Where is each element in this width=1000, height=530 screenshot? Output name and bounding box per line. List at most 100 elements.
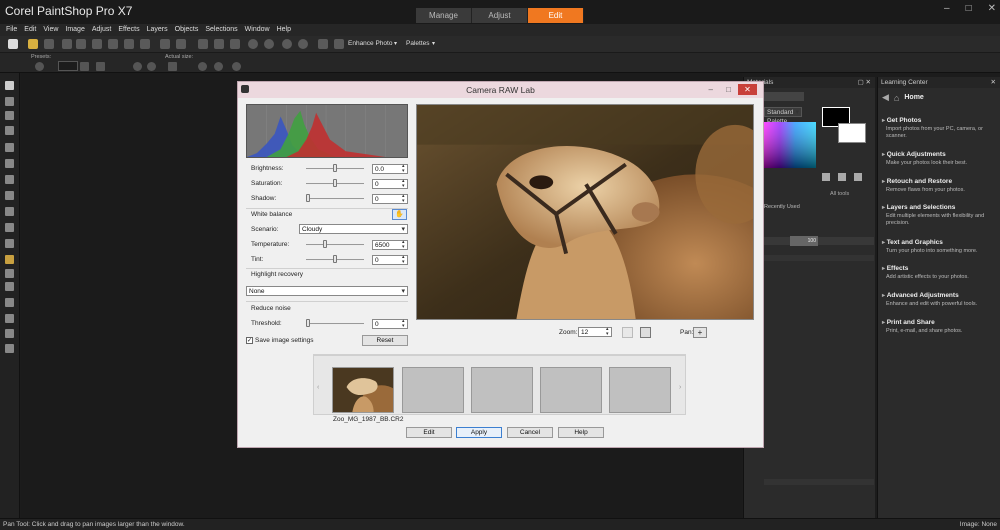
text-tool-icon[interactable]: [5, 282, 14, 291]
menu-layers[interactable]: Layers: [147, 24, 168, 36]
zoom-actual-icon[interactable]: [640, 327, 651, 338]
maximize-icon[interactable]: □: [726, 84, 731, 95]
menu-selections[interactable]: Selections: [205, 24, 237, 36]
paint-brush-icon[interactable]: [5, 239, 14, 248]
lc-section-effects[interactable]: Effects Add artistic effects to your pho…: [882, 265, 998, 281]
chevron-down-icon[interactable]: ▾: [432, 40, 435, 47]
undo-icon[interactable]: [76, 39, 86, 49]
shadow-thumb[interactable]: [306, 194, 310, 202]
cut-icon[interactable]: [108, 39, 118, 49]
shadow-slider[interactable]: [306, 198, 364, 200]
brightness-field[interactable]: 0.0: [372, 164, 408, 174]
pen-tool-icon[interactable]: [5, 314, 14, 323]
straighten-tool-icon[interactable]: [5, 159, 14, 168]
temperature-field[interactable]: 6500: [372, 240, 408, 250]
actual-size-icon[interactable]: [168, 62, 177, 71]
tab-adjust[interactable]: Adjust: [472, 8, 528, 23]
scenario-select[interactable]: Cloudy: [299, 224, 408, 234]
preview-image[interactable]: [416, 104, 754, 320]
dodge-tool-icon[interactable]: [5, 223, 14, 232]
clone-tool-icon[interactable]: [5, 191, 14, 200]
close-icon[interactable]: ✕: [991, 77, 996, 88]
lc-section-print-share[interactable]: Print and Share Print, e-mail, and share…: [882, 319, 998, 335]
zoom-field[interactable]: [58, 61, 78, 71]
home-icon[interactable]: ⌂: [894, 93, 899, 103]
paste-icon[interactable]: [140, 39, 150, 49]
lc-section-advanced[interactable]: Advanced Adjustments Enhance and edit wi…: [882, 292, 998, 308]
menu-file[interactable]: File: [6, 24, 17, 36]
edit-button[interactable]: Edit: [406, 427, 452, 438]
pan-tool-icon[interactable]: [5, 81, 14, 90]
fit-window-icon[interactable]: [198, 62, 207, 71]
image-info-icon[interactable]: [198, 39, 208, 49]
pick-tool-icon[interactable]: [5, 97, 14, 106]
scratch-remover-icon[interactable]: [5, 207, 14, 216]
zoom-actual-icon[interactable]: [298, 39, 308, 49]
transparent-icon[interactable]: [854, 173, 862, 181]
menu-objects[interactable]: Objects: [175, 24, 199, 36]
color-swatches[interactable]: [764, 122, 816, 168]
zoom-stepper[interactable]: [80, 62, 89, 71]
resize-icon[interactable]: [176, 39, 186, 49]
thumbnail-empty[interactable]: [540, 367, 602, 413]
fit-icon[interactable]: [214, 39, 224, 49]
tab-manage[interactable]: Manage: [416, 8, 472, 23]
zoom-in-icon[interactable]: [133, 62, 142, 71]
opacity-field[interactable]: 100: [790, 236, 818, 246]
highlight-recovery-select[interactable]: None: [246, 286, 408, 296]
cancel-button[interactable]: Cancel: [507, 427, 553, 438]
bottom-panel-buttons[interactable]: [764, 479, 874, 485]
lc-section-quick-adjustments[interactable]: Quick Adjustments Make your photos look …: [882, 151, 998, 167]
crop-tool-icon[interactable]: [5, 143, 14, 152]
menu-help[interactable]: Help: [277, 24, 291, 36]
menu-image[interactable]: Image: [65, 24, 84, 36]
zoom-in-icon[interactable]: [248, 39, 258, 49]
crop-icon[interactable]: [160, 39, 170, 49]
materials-tabs[interactable]: [764, 92, 804, 101]
shadow-field[interactable]: 0: [372, 194, 408, 204]
palettes-menu[interactable]: Palettes: [406, 40, 430, 47]
tab-edit[interactable]: Edit: [528, 8, 584, 23]
thumbnail-selected[interactable]: [332, 367, 394, 413]
save-icon[interactable]: [44, 39, 54, 49]
chevron-down-icon[interactable]: ▾: [394, 40, 397, 47]
scroll-right-icon[interactable]: ›: [679, 384, 681, 391]
script-icon[interactable]: [318, 39, 328, 49]
thumbnail-empty[interactable]: [609, 367, 671, 413]
tint-thumb[interactable]: [333, 255, 337, 263]
pan-icon[interactable]: +: [693, 327, 707, 338]
fit-image-icon[interactable]: [214, 62, 223, 71]
zoom-window-icon[interactable]: [230, 39, 240, 49]
panel-controls-icon[interactable]: ▢ ✕: [858, 77, 871, 88]
menu-view[interactable]: View: [43, 24, 58, 36]
white-balance-picker-icon[interactable]: ✋: [392, 209, 407, 220]
lc-section-layers[interactable]: Layers and Selections Edit multiple elem…: [882, 204, 998, 227]
flood-fill-icon[interactable]: [5, 255, 14, 264]
help-button[interactable]: Help: [558, 427, 604, 438]
minimize-icon[interactable]: –: [709, 84, 713, 95]
scroll-left-icon[interactable]: ‹: [317, 384, 319, 391]
copy-icon[interactable]: [124, 39, 134, 49]
background-color-swatch[interactable]: [838, 123, 866, 143]
zoom-out-icon[interactable]: [147, 62, 156, 71]
home-link[interactable]: Home: [904, 94, 923, 101]
temperature-thumb[interactable]: [323, 240, 327, 248]
enhance-photo-menu[interactable]: Enhance Photo: [348, 40, 392, 47]
color-changer-icon[interactable]: [5, 269, 14, 278]
saturation-thumb[interactable]: [333, 179, 337, 187]
lc-section-retouch[interactable]: Retouch and Restore Remove flaws from yo…: [882, 178, 998, 194]
threshold-slider[interactable]: [306, 323, 364, 325]
menu-adjust[interactable]: Adjust: [92, 24, 111, 36]
print-icon[interactable]: [62, 39, 72, 49]
maximize-icon[interactable]: □: [966, 3, 972, 14]
presets-icon[interactable]: [35, 62, 44, 71]
layer-buttons[interactable]: [764, 255, 874, 261]
zoom-level-icon[interactable]: [96, 62, 105, 71]
new-file-icon[interactable]: [8, 39, 18, 49]
reset-button[interactable]: Reset: [362, 335, 408, 346]
dialog-close-button[interactable]: ✕: [738, 84, 757, 95]
menu-edit[interactable]: Edit: [24, 24, 36, 36]
menu-effects[interactable]: Effects: [118, 24, 139, 36]
warp-brush-icon[interactable]: [5, 329, 14, 338]
eraser-tool-icon[interactable]: [5, 344, 14, 353]
